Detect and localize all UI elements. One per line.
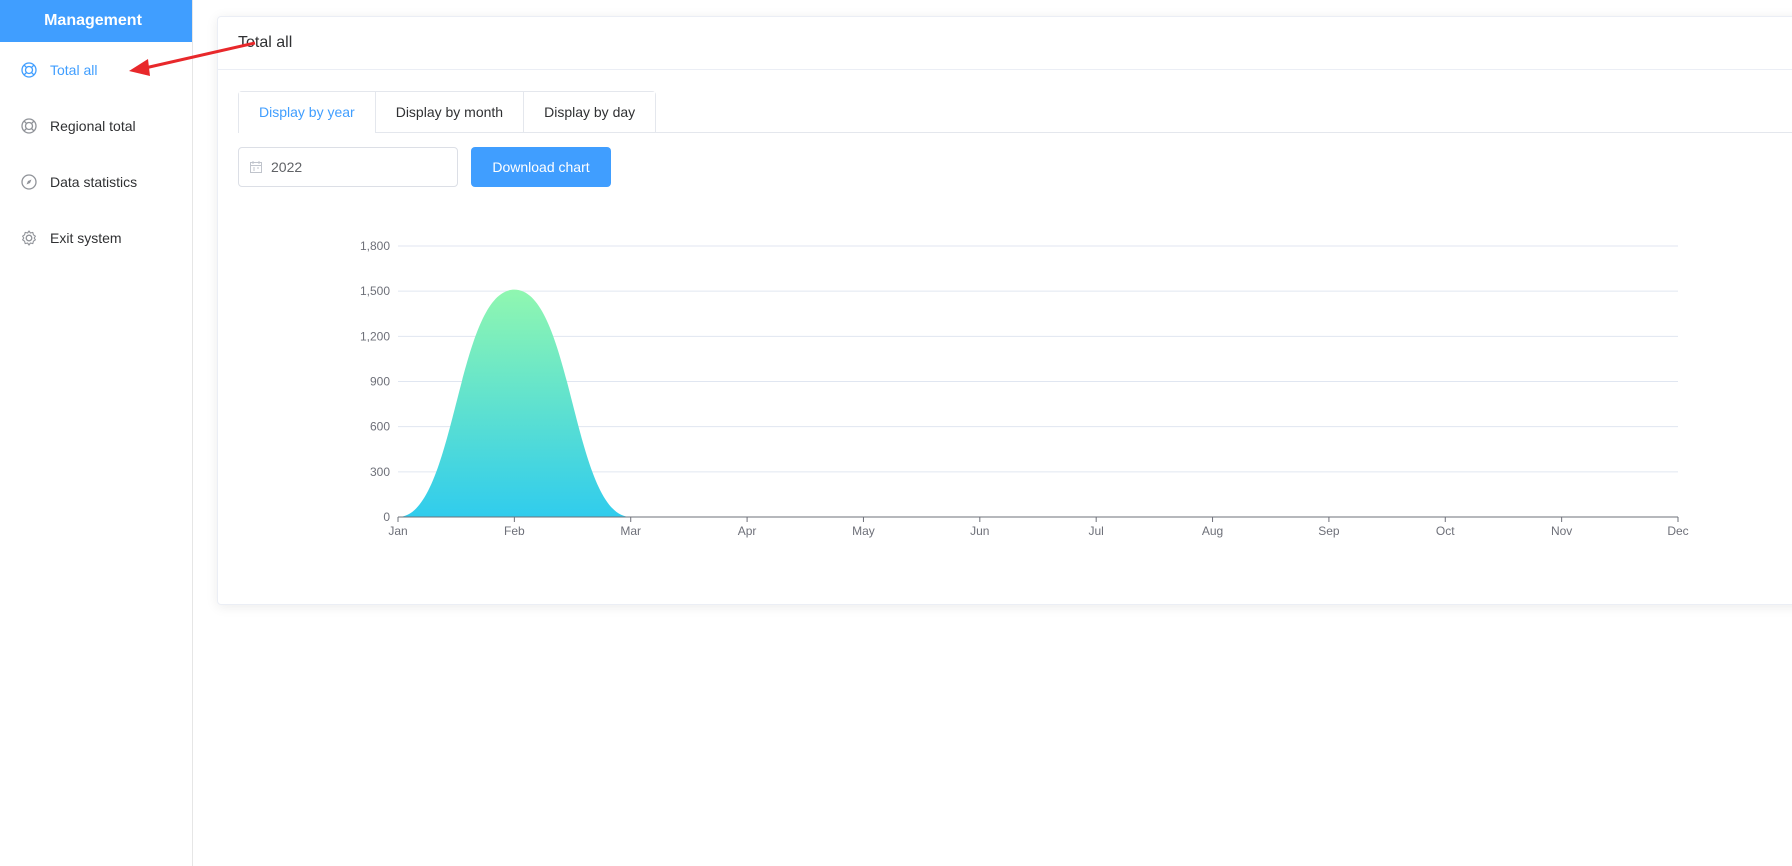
y-tick-label: 1,500 (360, 284, 390, 298)
x-tick-label: Jul (1089, 524, 1104, 538)
sidebar-item-total-all[interactable]: Total all (0, 42, 192, 98)
sidebar-item-data-statistics[interactable]: Data statistics (0, 154, 192, 210)
compass-icon (20, 173, 38, 191)
sidebar-item-regional-total[interactable]: Regional total (0, 98, 192, 154)
x-tick-label: Nov (1551, 524, 1572, 538)
sidebar-item-exit-system[interactable]: Exit system (0, 210, 192, 266)
tab-display-by-day[interactable]: Display by day (523, 92, 656, 132)
sidebar-menu: Total all Regional total Data statistics… (0, 42, 192, 266)
year-picker-input[interactable]: 2022 (238, 147, 458, 187)
series-area (398, 289, 1678, 517)
sidebar: Management Total all Regional total Data… (0, 0, 193, 866)
page-title: Total all (218, 17, 1792, 70)
year-value: 2022 (271, 159, 303, 175)
sidebar-item-label: Data statistics (50, 174, 138, 190)
y-tick-label: 0 (383, 510, 390, 524)
x-tick-label: Apr (738, 524, 757, 538)
y-tick-label: 600 (370, 420, 390, 434)
x-tick-label: May (852, 524, 875, 538)
calendar-icon (249, 160, 263, 174)
gear-icon (20, 229, 38, 247)
x-tick-label: Feb (504, 524, 525, 538)
sidebar-item-label: Total all (50, 62, 98, 78)
sidebar-item-label: Regional total (50, 118, 136, 134)
y-tick-label: 1,800 (360, 239, 390, 253)
main-card: Total all Display by year Display by mon… (217, 16, 1792, 605)
x-tick-label: Sep (1318, 524, 1340, 538)
x-tick-label: Mar (620, 524, 641, 538)
tab-display-by-month[interactable]: Display by month (374, 92, 524, 132)
x-tick-label: Jan (388, 524, 407, 538)
lifebuoy-icon (20, 61, 38, 79)
x-tick-label: Dec (1667, 524, 1688, 538)
y-tick-label: 300 (370, 465, 390, 479)
x-tick-label: Aug (1202, 524, 1223, 538)
y-tick-label: 1,200 (360, 329, 390, 343)
lifebuoy-icon (20, 117, 38, 135)
x-tick-label: Oct (1436, 524, 1455, 538)
view-tabs: Display by year Display by month Display… (238, 91, 1792, 134)
tab-display-by-year[interactable]: Display by year (239, 92, 375, 134)
x-tick-label: Jun (970, 524, 989, 538)
brand-title: Management (0, 0, 192, 42)
sidebar-item-label: Exit system (50, 230, 122, 246)
y-tick-label: 900 (370, 375, 390, 389)
download-chart-button[interactable]: Download chart (471, 147, 611, 187)
